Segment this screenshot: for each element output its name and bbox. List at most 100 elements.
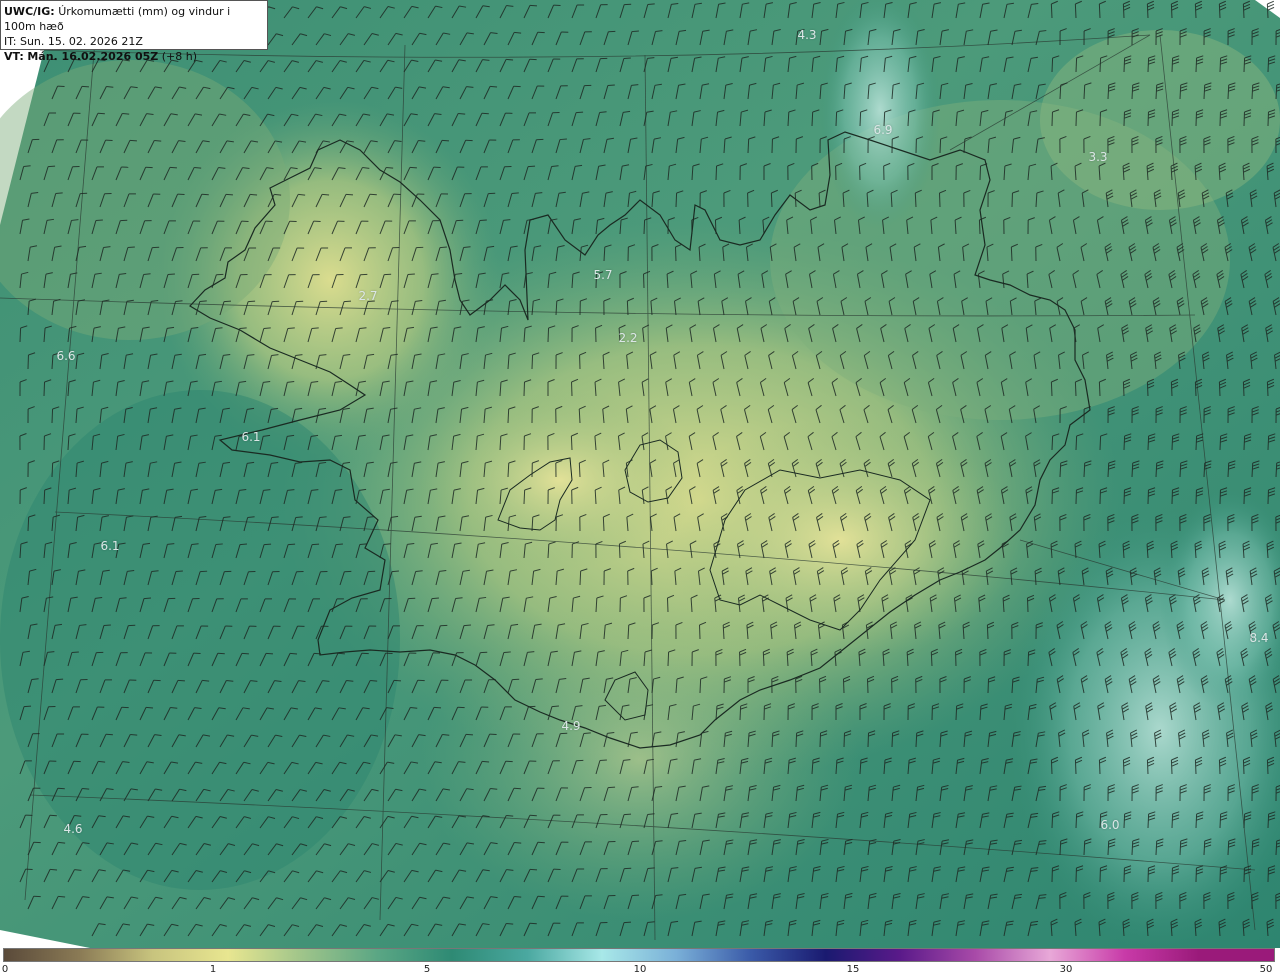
wind-barb-shaft: [531, 354, 534, 370]
product-name: UWC/IG:: [4, 5, 55, 18]
wind-barb-feather: [458, 112, 466, 115]
wind-barb-feather: [529, 4, 538, 7]
legend-segment: [900, 949, 976, 961]
wind-barb-feather: [129, 139, 137, 142]
wind-barb-feather: [441, 139, 450, 142]
wind-barb-feather: [631, 30, 639, 33]
wind-barb-shaft: [1195, 57, 1198, 73]
wind-barb-feather: [250, 193, 258, 196]
wind-barb-shaft: [1242, 3, 1245, 19]
wind-barb-shaft: [1051, 435, 1054, 451]
wind-barb-feather: [119, 597, 127, 599]
wind-barb-feather: [623, 921, 632, 924]
wind-barb-feather: [647, 3, 655, 6]
wind-barb-feather: [322, 193, 330, 196]
wind-barb-feather: [177, 679, 185, 682]
wind-barb-feather: [370, 679, 378, 682]
wind-barb-shaft: [1123, 435, 1126, 451]
wind-barb-shaft: [1027, 651, 1030, 667]
wind-barb-shaft: [1075, 813, 1078, 829]
wind-barb-shaft: [602, 516, 605, 532]
legend-segment: [751, 949, 826, 961]
wind-barb-shaft: [1122, 759, 1125, 775]
wind-barb-shaft: [979, 165, 982, 181]
wind-barb-shaft: [1267, 435, 1270, 451]
wind-barb-shaft: [891, 732, 894, 748]
color-legend: 0 1 5 10 15 30 50: [0, 948, 1280, 978]
wind-barb-shaft: [1194, 381, 1197, 397]
legend-segment: [302, 949, 378, 961]
wind-barb-feather: [391, 570, 399, 573]
wind-barb-shaft: [819, 732, 822, 748]
wind-barb-feather: [631, 786, 639, 788]
wind-barb-feather: [105, 733, 113, 736]
map-value-label: 4.6: [63, 822, 83, 836]
wind-barb-shaft: [1123, 813, 1126, 829]
wind-barb-shaft: [1051, 57, 1054, 73]
wind-barb-feather: [506, 58, 514, 61]
wind-barb-shaft: [675, 192, 678, 208]
wind-barb-shaft: [739, 705, 742, 721]
forecast-map: [0, 0, 1280, 948]
wind-barb-shaft: [1194, 759, 1197, 775]
wind-barb-shaft: [1147, 813, 1150, 829]
wind-barb-feather: [465, 733, 474, 736]
wind-barb-feather: [514, 895, 522, 898]
wind-barb-shaft: [978, 219, 981, 235]
wind-barb-shaft: [570, 435, 573, 451]
wind-barb-feather: [263, 327, 271, 330]
wind-barb-shaft: [51, 462, 54, 478]
wind-barb-feather: [175, 570, 183, 573]
wind-barb-shaft: [986, 624, 989, 640]
legend-tick-label: 0: [1, 964, 9, 975]
wind-barb-shaft: [1170, 759, 1173, 775]
wind-barb-feather: [295, 516, 303, 519]
legend-segment: [1124, 949, 1200, 961]
wind-barb-shaft: [1146, 381, 1149, 397]
wind-barb-feather: [225, 193, 233, 196]
issue-time: IT: Sun. 15. 02. 2026 21Z: [4, 35, 143, 48]
wind-barb-feather: [145, 706, 154, 709]
wind-barb-shaft: [1074, 381, 1077, 397]
wind-barb-feather: [143, 597, 151, 600]
wind-barb-shaft: [43, 489, 46, 505]
legend-tick-label: 15: [846, 964, 860, 975]
wind-barb-feather: [247, 516, 255, 518]
wind-barb-shaft: [866, 678, 869, 694]
wind-barb-feather: [514, 31, 522, 34]
wind-barb-feather: [393, 679, 402, 682]
map-value-label: 6.6: [56, 349, 76, 363]
wind-barb-shaft: [1050, 381, 1053, 397]
wind-barb-shaft: [1050, 3, 1053, 19]
wind-barb-feather: [95, 219, 103, 222]
wind-barb-shaft: [842, 678, 845, 694]
wind-barb-shaft: [1051, 813, 1054, 829]
map-value-label: 8.4: [1249, 631, 1269, 645]
wind-barb-shaft: [930, 651, 933, 667]
wind-barb-feather: [607, 84, 615, 87]
legend-segment: [377, 949, 453, 961]
wind-barb-shaft: [1170, 381, 1173, 397]
wind-barb-shaft: [770, 192, 773, 208]
wind-barb-shaft: [1147, 57, 1150, 73]
wind-barb-feather: [415, 570, 423, 572]
wind-barb-shaft: [1242, 381, 1245, 397]
wind-barb-shaft: [1194, 3, 1197, 19]
wind-barb-shaft: [1218, 759, 1221, 775]
legend-colorbar: [3, 948, 1275, 962]
wind-barb-feather: [503, 651, 511, 654]
legend-segment: [526, 949, 602, 961]
wind-barb-shaft: [1195, 435, 1198, 451]
wind-barb-shaft: [1122, 3, 1125, 19]
wind-barb-feather: [535, 678, 543, 681]
legend-tick-label: 50: [1259, 964, 1273, 975]
legend-segment: [825, 949, 901, 961]
wind-barb-feather: [529, 868, 538, 871]
wind-barb-shaft: [762, 651, 765, 667]
wind-barb-feather: [202, 679, 210, 682]
wind-barb-feather: [409, 166, 417, 169]
wind-barb-shaft: [1219, 435, 1222, 451]
wind-barb-shaft: [1147, 435, 1150, 451]
wind-barb-feather: [514, 841, 522, 844]
wind-barb-shaft: [795, 732, 798, 748]
